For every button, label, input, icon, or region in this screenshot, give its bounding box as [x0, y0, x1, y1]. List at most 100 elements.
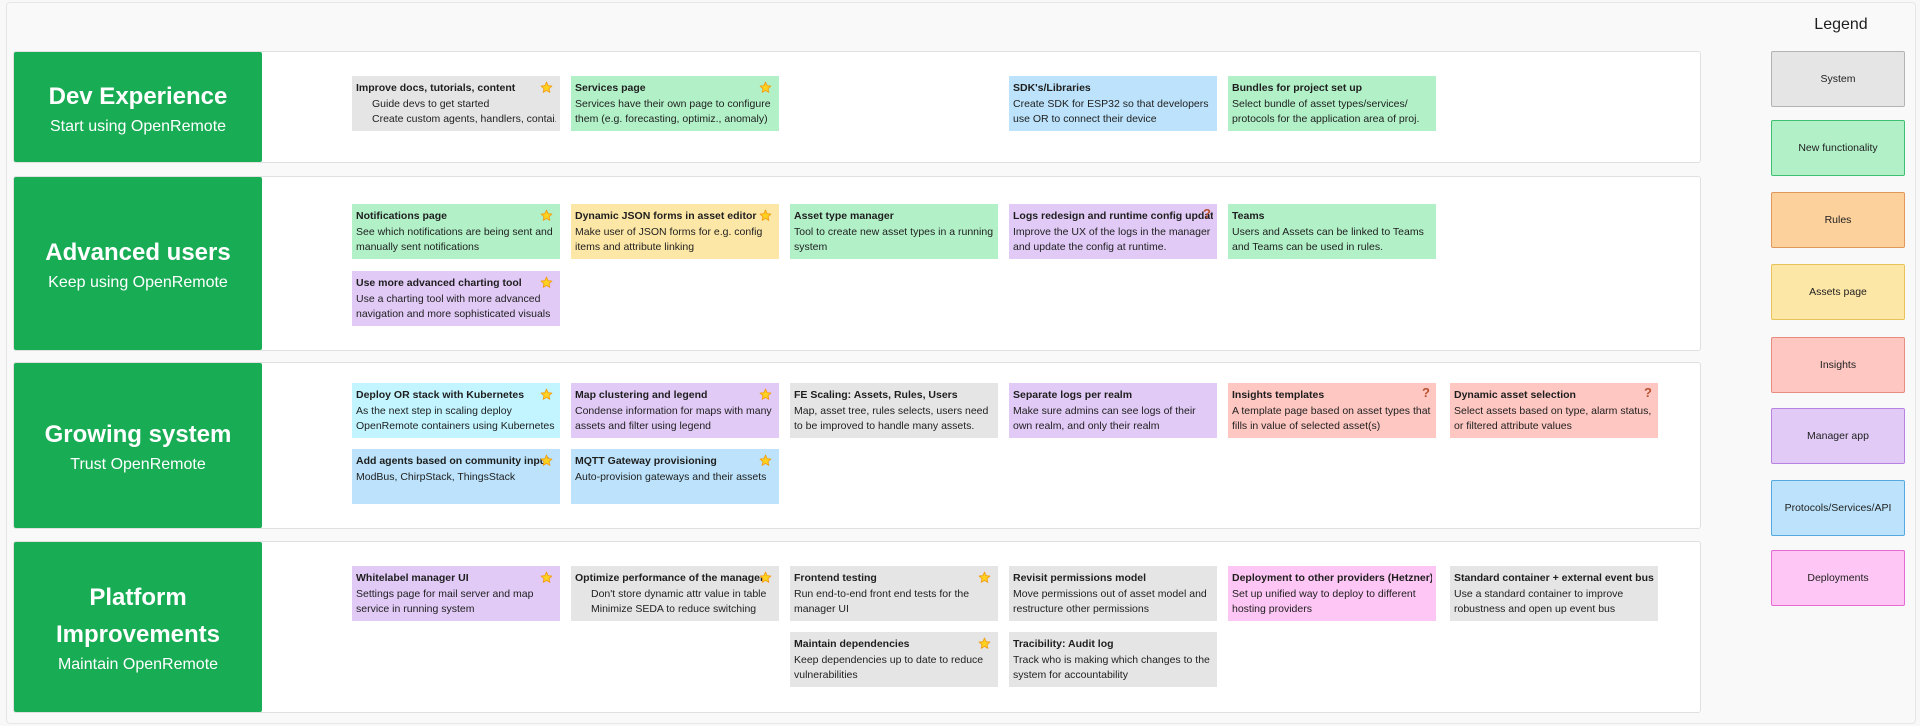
card-asset-type-manager[interactable]: Asset type manager Tool to create new as…	[790, 204, 998, 259]
star-icon	[759, 388, 772, 401]
card-audit-log[interactable]: Tracibility: Audit log Track who is maki…	[1009, 632, 1217, 687]
card-description: Use a standard container to improve robu…	[1454, 587, 1624, 616]
card-description: See which notifications are being sent a…	[356, 225, 553, 254]
lane-subtitle: Maintain OpenRemote	[57, 656, 219, 673]
card-title: Optimize performance of the manager	[575, 572, 765, 584]
card-description: Run end-to-end front end tests for the m…	[794, 587, 970, 616]
bullet: Minimize SEDA to reduce switching	[591, 602, 775, 618]
card-description: Select assets based on type, alarm statu…	[1454, 404, 1652, 433]
card-sdk-libraries[interactable]: SDK's/Libraries Create SDK for ESP32 so …	[1009, 76, 1217, 131]
star-icon	[540, 276, 553, 289]
card-description: Settings page for mail server and map se…	[356, 587, 534, 616]
card-title: Bundles for project set up	[1232, 82, 1363, 94]
legend-label: New functionality	[1798, 142, 1878, 154]
lane-label: Dev Experience Start using OpenRemote	[14, 52, 262, 162]
question-icon: ?	[1203, 206, 1211, 221]
card-title: Teams	[1232, 210, 1265, 222]
card-title: Whitelabel manager UI	[356, 572, 469, 584]
question-icon: ?	[1422, 385, 1430, 400]
card-description: Create SDK for ESP32 so that developers …	[1013, 97, 1209, 126]
card-title: Dynamic JSON forms in asset editor	[575, 210, 757, 222]
card-insights-templates[interactable]: Insights templates A template page based…	[1228, 383, 1436, 438]
card-description: Make user of JSON forms for e.g. config …	[575, 225, 763, 254]
card-optimize-performance[interactable]: Optimize performance of the manager Don'…	[571, 566, 779, 621]
lane-label: Platform Improvements Maintain OpenRemot…	[14, 542, 262, 712]
star-icon	[540, 454, 553, 467]
card-title: Separate logs per realm	[1013, 389, 1133, 401]
card-logs-redesign[interactable]: Logs redesign and runtime config update …	[1009, 204, 1217, 259]
lane-label: Advanced users Keep using OpenRemote	[14, 177, 262, 350]
star-icon	[759, 209, 772, 222]
card-bundles-project-setup[interactable]: Bundles for project set up Select bundle…	[1228, 76, 1436, 131]
card-fe-scaling[interactable]: FE Scaling: Assets, Rules, Users Map, as…	[790, 383, 998, 438]
card-description: Map, asset tree, rules selects, users ne…	[794, 404, 989, 433]
card-improve-docs[interactable]: Improve docs, tutorials, content Guide d…	[352, 76, 560, 131]
legend-label: Deployments	[1807, 572, 1869, 584]
card-title: Tracibility: Audit log	[1013, 638, 1114, 650]
card-title: FE Scaling: Assets, Rules, Users	[794, 389, 958, 401]
legend-item-assets-page: Assets page	[1771, 264, 1905, 320]
card-title: Deploy OR stack with Kubernetes	[356, 389, 525, 401]
card-map-clustering[interactable]: Map clustering and legend Condense infor…	[571, 383, 779, 438]
card-notifications-page[interactable]: Notifications page See which notificatio…	[352, 204, 560, 259]
card-community-agents[interactable]: Add agents based on community input ModB…	[352, 449, 560, 504]
card-description: A template page based on asset types tha…	[1232, 404, 1431, 433]
legend-label: Manager app	[1807, 430, 1869, 442]
card-title: Add agents based on community input	[356, 455, 550, 467]
lane-title: Dev Experience	[48, 82, 228, 110]
star-icon	[540, 81, 553, 94]
lane-dev-experience: Dev Experience Start using OpenRemote	[13, 51, 1701, 163]
question-icon: ?	[1644, 385, 1652, 400]
card-description: Use a charting tool with more advanced n…	[356, 292, 551, 321]
star-icon	[759, 454, 772, 467]
legend-label: Rules	[1824, 214, 1852, 226]
card-description: Make sure admins can see logs of their o…	[1013, 404, 1196, 433]
bullet: Create custom agents, handlers, contai.	[372, 112, 556, 128]
card-description: As the next step in scaling deploy OpenR…	[356, 404, 555, 433]
star-icon	[540, 571, 553, 584]
card-dynamic-asset-selection[interactable]: Dynamic asset selection Select assets ba…	[1450, 383, 1658, 438]
star-icon	[978, 637, 991, 650]
card-title: Maintain dependencies	[794, 638, 910, 650]
card-title: Use more advanced charting tool	[356, 277, 522, 289]
card-description: Users and Assets can be linked to Teams …	[1232, 225, 1424, 254]
card-services-page[interactable]: Services page Services have their own pa…	[571, 76, 779, 131]
card-title: MQTT Gateway provisioning	[575, 455, 717, 467]
card-title: Services page	[575, 82, 646, 94]
bullet: Don't store dynamic attr value in table	[591, 587, 775, 603]
card-title: Notifications page	[356, 210, 448, 222]
card-separate-logs[interactable]: Separate logs per realm Make sure admins…	[1009, 383, 1217, 438]
card-deploy-kubernetes[interactable]: Deploy OR stack with Kubernetes As the n…	[352, 383, 560, 438]
card-other-providers[interactable]: Deployment to other providers (Hetzner) …	[1228, 566, 1436, 621]
lane-title: Growing system	[44, 421, 232, 448]
star-icon	[759, 571, 772, 584]
card-description: Tool to create new asset types in a runn…	[794, 225, 994, 254]
card-teams[interactable]: Teams Users and Assets can be linked to …	[1228, 204, 1436, 259]
card-title: Frontend testing	[794, 572, 877, 584]
card-description: Keep dependencies up to date to reduce v…	[794, 653, 984, 682]
lane-title: Advanced users	[45, 239, 231, 266]
card-standard-container[interactable]: Standard container + external event bus …	[1450, 566, 1658, 621]
card-title: Deployment to other providers (Hetzner)	[1232, 572, 1432, 584]
card-maintain-dependencies[interactable]: Maintain dependencies Keep dependencies …	[790, 632, 998, 687]
legend-item-new-functionality: New functionality	[1771, 120, 1905, 176]
card-description: Auto-provision gateways and their assets	[575, 470, 767, 483]
lane-subtitle: Trust OpenRemote	[70, 456, 206, 473]
card-frontend-testing[interactable]: Frontend testing Run end-to-end front en…	[790, 566, 998, 621]
star-icon	[540, 209, 553, 222]
card-description: Move permissions out of asset model and …	[1013, 587, 1207, 616]
card-whitelabel-manager[interactable]: Whitelabel manager UI Settings page for …	[352, 566, 560, 621]
legend-label: Assets page	[1809, 286, 1867, 298]
card-dynamic-json-forms[interactable]: Dynamic JSON forms in asset editor Make …	[571, 204, 779, 259]
card-mqtt-gateway[interactable]: MQTT Gateway provisioning Auto-provision…	[571, 449, 779, 504]
card-bullets: Don't store dynamic attr value in table …	[575, 587, 775, 618]
card-revisit-permissions[interactable]: Revisit permissions model Move permissio…	[1009, 566, 1217, 621]
legend-item-rules: Rules	[1771, 192, 1905, 248]
card-title: SDK's/Libraries	[1013, 82, 1091, 94]
lane-subtitle: Start using OpenRemote	[49, 117, 227, 135]
legend-item-manager-app: Manager app	[1771, 408, 1905, 464]
card-advanced-charting[interactable]: Use more advanced charting tool Use a ch…	[352, 271, 560, 326]
legend-label: Insights	[1819, 359, 1857, 371]
card-description: Condense information for maps with many …	[575, 404, 772, 433]
card-title: Asset type manager	[794, 210, 894, 222]
